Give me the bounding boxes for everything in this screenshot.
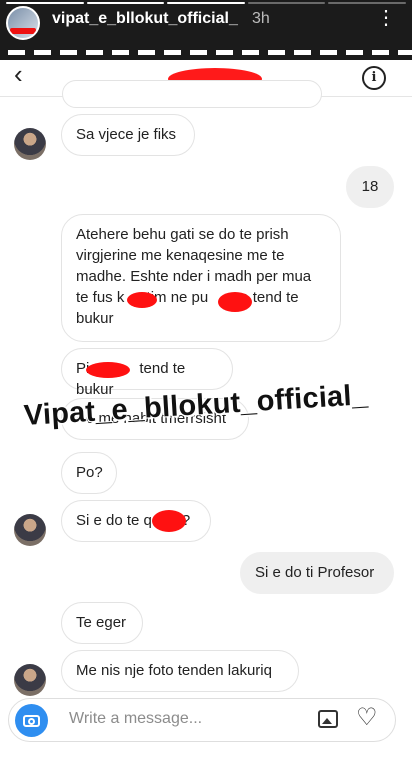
screenshot-bottom	[0, 756, 412, 780]
message-bubble-received: Atehere behu gati se do te prish virgjer…	[61, 214, 341, 342]
message-text-line: bukur	[76, 310, 114, 327]
redaction-mark	[127, 292, 157, 308]
message-text-line: Atehere behu gati se do te prish	[76, 226, 289, 243]
message-bubble-received: Po?	[61, 452, 117, 494]
message-input[interactable]: Write a message...	[69, 710, 202, 728]
sender-avatar[interactable]	[14, 514, 46, 546]
message-text-line: virgjerine me kenaqesine me te	[76, 247, 285, 264]
message-bubble-received: Si e do te q?	[61, 500, 211, 542]
chevron-left-icon[interactable]: ‹	[14, 61, 34, 87]
message-text: Si e do ti Profesor	[255, 564, 375, 581]
message-bubble-sent: 18	[346, 166, 394, 208]
story-header: vipat_e_bllokut_official_ 3h ⋮	[0, 0, 412, 60]
message-text: 18	[361, 178, 379, 195]
message-text: Po?	[76, 464, 103, 481]
redaction-mark	[218, 292, 252, 312]
gallery-icon[interactable]	[318, 710, 338, 728]
dashed-divider	[8, 50, 412, 55]
sender-avatar[interactable]	[14, 664, 46, 696]
info-icon[interactable]: i	[362, 66, 386, 90]
redaction-mark	[152, 510, 186, 532]
message-bubble-received: Sa vjece je fiks	[61, 114, 195, 156]
message-composer: Write a message... ♡	[8, 698, 396, 742]
message-bubble-partial	[62, 80, 322, 108]
story-avatar[interactable]	[6, 6, 40, 40]
message-bubble-received: Me nis nje foto tenden lakuriq	[61, 650, 299, 692]
message-bubble-sent: Si e do ti Profesor	[240, 552, 394, 594]
message-bubble-received: Te eger	[61, 602, 143, 644]
message-text: Me nis nje foto tenden lakuriq	[76, 662, 272, 679]
message-text-fragment: te fus k	[76, 289, 125, 306]
redaction-mark	[86, 362, 130, 378]
more-vertical-icon[interactable]: ⋮	[376, 8, 396, 28]
story-time: 3h	[252, 10, 270, 27]
message-text: Sa vjece je fiks	[76, 126, 177, 143]
story-progress-bar	[6, 2, 406, 4]
camera-icon[interactable]	[15, 704, 48, 737]
heart-icon[interactable]: ♡	[356, 704, 378, 732]
story-username[interactable]: vipat_e_bllokut_official_	[52, 10, 238, 28]
message-text-line: madhe. Eshte nder i madh per mua	[76, 268, 312, 285]
sender-avatar[interactable]	[14, 128, 46, 160]
message-text: Si e do te q	[76, 512, 152, 529]
message-text: Te eger	[76, 614, 127, 631]
